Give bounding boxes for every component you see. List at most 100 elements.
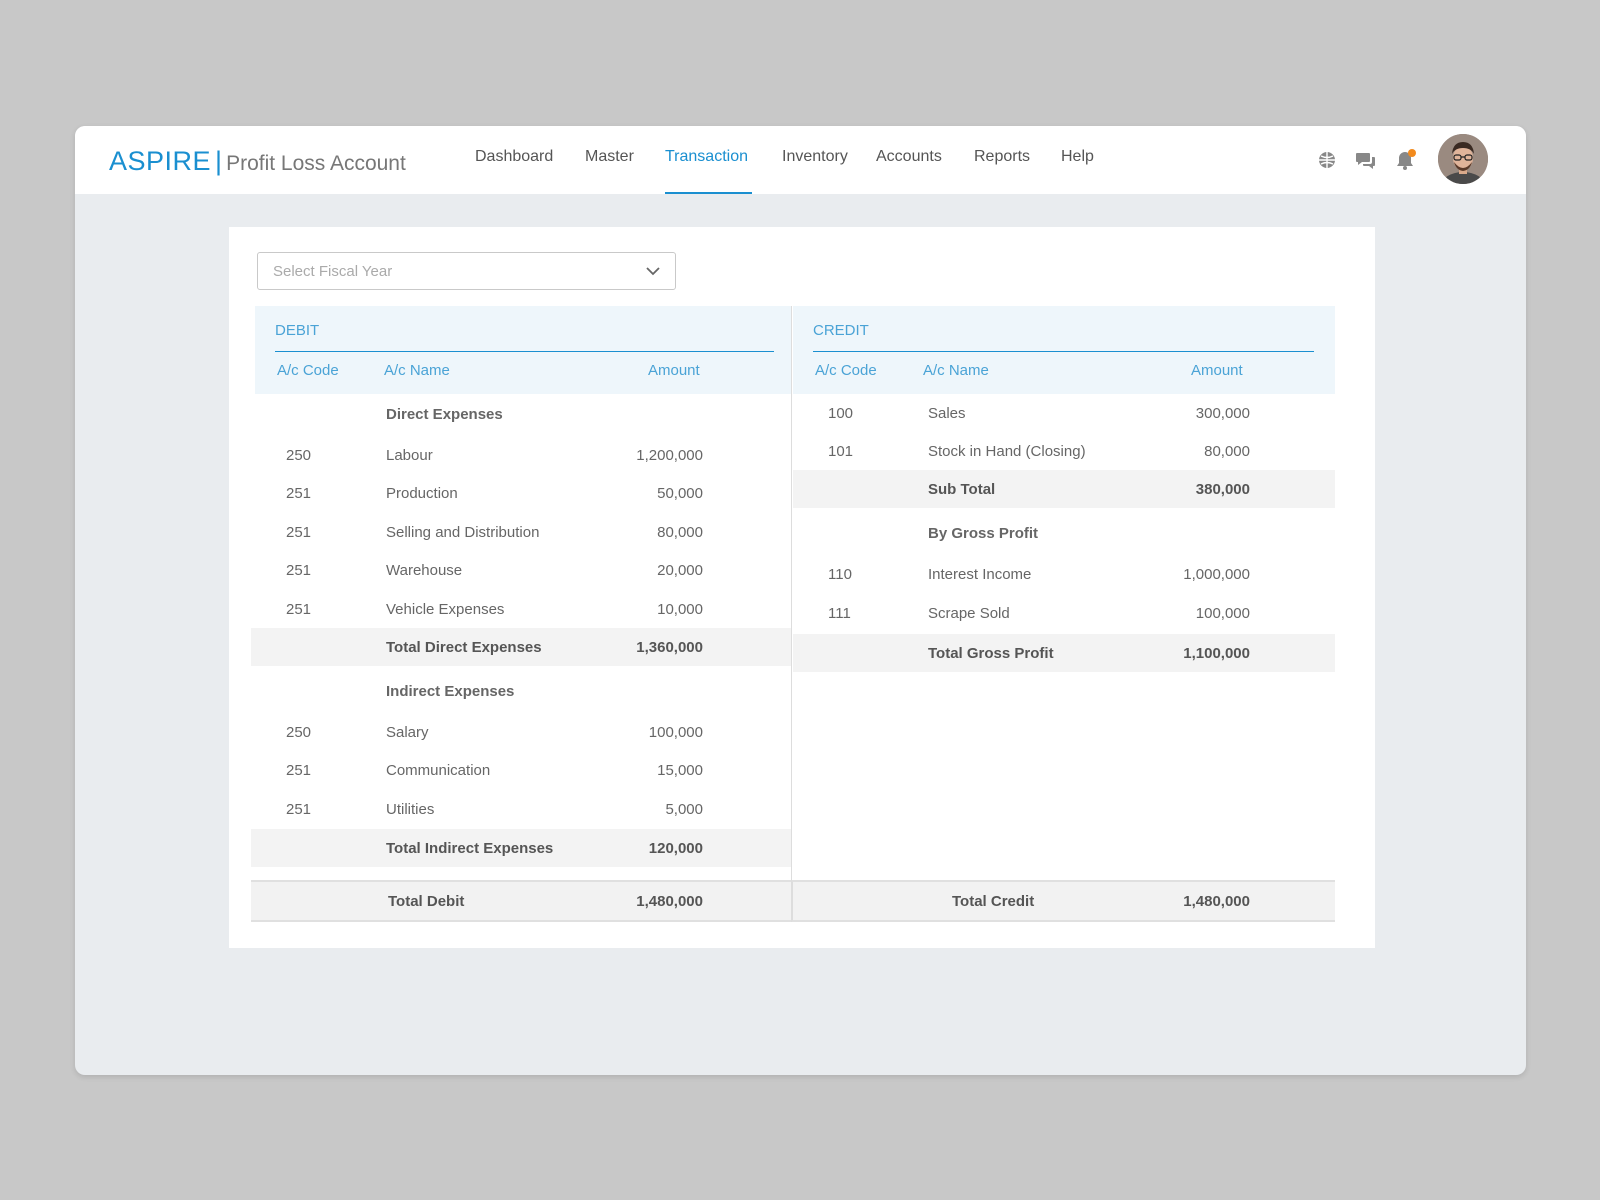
avatar[interactable] bbox=[1438, 134, 1488, 184]
group-heading: Direct Expenses bbox=[386, 406, 503, 423]
debit-group-indirect: Indirect Expenses bbox=[251, 672, 791, 710]
credit-col-amount: Amount bbox=[1191, 362, 1243, 379]
row-code: 251 bbox=[286, 485, 312, 502]
nav-help[interactable]: Help bbox=[1061, 126, 1094, 194]
row-code: 100 bbox=[828, 405, 854, 422]
fiscal-year-placeholder: Select Fiscal Year bbox=[273, 263, 393, 280]
total-label: Total Direct Expenses bbox=[386, 639, 542, 656]
nav-transaction[interactable]: Transaction bbox=[665, 126, 752, 194]
table-row[interactable]: 250 Salary 100,000 bbox=[251, 713, 791, 751]
group-heading: Indirect Expenses bbox=[386, 683, 515, 700]
credit-header-rule bbox=[813, 351, 1314, 352]
credit-header: CREDIT A/c Code A/c Name Amount bbox=[793, 306, 1335, 394]
row-amount: 80,000 bbox=[1204, 443, 1250, 460]
total-label: Total Indirect Expenses bbox=[386, 840, 554, 857]
table-row[interactable]: 101 Stock in Hand (Closing) 80,000 bbox=[793, 432, 1335, 470]
row-name: Selling and Distribution bbox=[386, 524, 540, 541]
credit-title: CREDIT bbox=[813, 322, 869, 339]
row-code: 110 bbox=[828, 566, 852, 583]
fiscal-year-select[interactable]: Select Fiscal Year bbox=[257, 252, 676, 290]
row-amount: 1,200,000 bbox=[636, 447, 703, 464]
table-row[interactable]: 251 Communication 15,000 bbox=[251, 751, 791, 789]
row-code: 250 bbox=[286, 447, 312, 464]
table-row[interactable]: 100 Sales 300,000 bbox=[793, 394, 1335, 432]
row-name: Communication bbox=[386, 762, 491, 779]
page-title: Profit Loss Account bbox=[226, 152, 406, 175]
row-amount: 1,000,000 bbox=[1183, 566, 1250, 583]
row-name: Warehouse bbox=[386, 562, 463, 579]
row-name: Interest Income bbox=[928, 566, 1032, 583]
row-name: Scrape Sold bbox=[928, 605, 1010, 622]
debit-col-amount: Amount bbox=[648, 362, 700, 379]
globe-icon[interactable] bbox=[1316, 149, 1338, 171]
row-name: Production bbox=[386, 485, 458, 502]
credit-group-gross: By Gross Profit bbox=[793, 514, 1335, 552]
credit-gross-total-row: Total Gross Profit 1,100,000 bbox=[793, 634, 1335, 672]
row-amount: 300,000 bbox=[1195, 405, 1250, 422]
nav-reports[interactable]: Reports bbox=[974, 126, 1030, 194]
debit-header: DEBIT A/c Code A/c Name Amount bbox=[255, 306, 791, 394]
table-row[interactable]: 251 Selling and Distribution 80,000 bbox=[251, 513, 791, 551]
row-code: 251 bbox=[286, 762, 312, 779]
row-amount: 50,000 bbox=[657, 485, 703, 502]
total-credit-amount: 1,480,000 bbox=[1183, 893, 1250, 910]
nav-accounts[interactable]: Accounts bbox=[876, 126, 942, 194]
row-name: Labour bbox=[386, 447, 433, 464]
total-credit-row: Total Credit 1,480,000 bbox=[792, 880, 1335, 922]
bell-icon[interactable] bbox=[1394, 149, 1416, 171]
notification-dot bbox=[1408, 149, 1416, 157]
table-row[interactable]: 250 Labour 1,200,000 bbox=[251, 436, 791, 474]
row-amount: 100,000 bbox=[648, 724, 703, 741]
chevron-down-icon bbox=[646, 267, 660, 276]
debit-header-rule bbox=[275, 351, 774, 352]
total-debit-row: Total Debit 1,480,000 bbox=[251, 880, 791, 922]
nav-dashboard[interactable]: Dashboard bbox=[475, 126, 553, 194]
row-code: 101 bbox=[828, 443, 854, 460]
brand: ASPIRE | Profit Loss Account bbox=[109, 146, 406, 177]
row-amount: 20,000 bbox=[657, 562, 703, 579]
group-heading: By Gross Profit bbox=[928, 525, 1039, 542]
table-row[interactable]: 251 Utilities 5,000 bbox=[251, 790, 791, 828]
row-amount: 80,000 bbox=[657, 524, 703, 541]
credit-col-code: A/c Code bbox=[815, 362, 877, 379]
row-name: Sales bbox=[928, 405, 966, 422]
row-amount: 10,000 bbox=[657, 601, 703, 618]
row-amount: 15,000 bbox=[657, 762, 703, 779]
chat-icon[interactable] bbox=[1355, 149, 1377, 171]
table-row[interactable]: 251 Production 50,000 bbox=[251, 474, 791, 512]
total-label: Total Gross Profit bbox=[928, 645, 1054, 662]
row-code: 251 bbox=[286, 801, 312, 818]
row-code: 251 bbox=[286, 562, 312, 579]
table-row[interactable]: 110 Interest Income 1,000,000 bbox=[793, 555, 1335, 593]
debit-col-name: A/c Name bbox=[384, 362, 450, 379]
total-amount: 380,000 bbox=[1195, 481, 1250, 498]
nav-master[interactable]: Master bbox=[585, 126, 634, 194]
debit-title: DEBIT bbox=[275, 322, 320, 339]
row-name: Utilities bbox=[386, 801, 435, 818]
row-amount: 100,000 bbox=[1195, 605, 1250, 622]
total-label: Sub Total bbox=[928, 481, 996, 498]
total-credit-label: Total Credit bbox=[952, 893, 1035, 910]
top-navbar: ASPIRE | Profit Loss Account Dashboard Mas… bbox=[75, 126, 1526, 194]
row-name: Salary bbox=[386, 724, 429, 741]
debit-indirect-total-row: Total Indirect Expenses 120,000 bbox=[251, 829, 791, 867]
table-row[interactable]: 251 Vehicle Expenses 10,000 bbox=[251, 590, 791, 628]
brand-separator: | bbox=[215, 146, 223, 176]
row-name: Vehicle Expenses bbox=[386, 601, 505, 618]
total-amount: 120,000 bbox=[648, 840, 703, 857]
row-code: 111 bbox=[828, 605, 851, 622]
debit-col-code: A/c Code bbox=[277, 362, 339, 379]
total-debit-label: Total Debit bbox=[388, 893, 465, 910]
profit-loss-card: Select Fiscal Year DEBIT A/c Code A/c Na… bbox=[229, 227, 1375, 948]
credit-col-name: A/c Name bbox=[923, 362, 989, 379]
total-amount: 1,100,000 bbox=[1183, 645, 1250, 662]
brand-logo[interactable]: ASPIRE bbox=[109, 146, 211, 176]
row-code: 251 bbox=[286, 601, 312, 618]
nav-inventory[interactable]: Inventory bbox=[782, 126, 848, 194]
row-name: Stock in Hand (Closing) bbox=[928, 443, 1086, 460]
row-amount: 5,000 bbox=[665, 801, 703, 818]
table-row[interactable]: 111 Scrape Sold 100,000 bbox=[793, 594, 1335, 632]
table-row[interactable]: 251 Warehouse 20,000 bbox=[251, 551, 791, 589]
column-divider bbox=[791, 306, 792, 922]
row-code: 250 bbox=[286, 724, 312, 741]
